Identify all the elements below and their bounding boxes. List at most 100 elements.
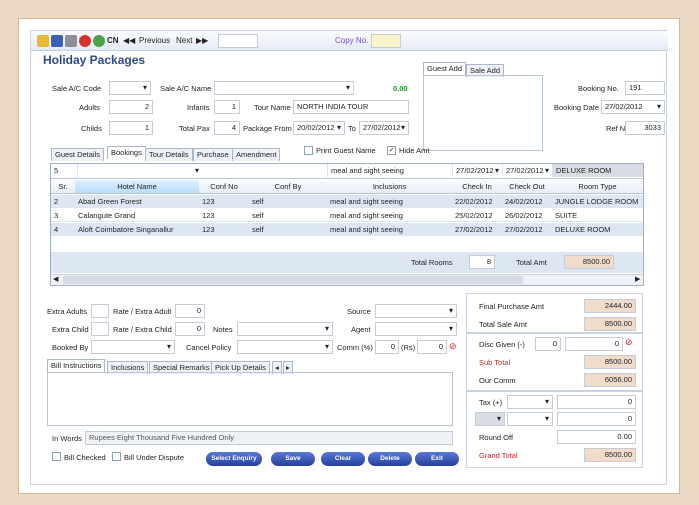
tour-name-input[interactable]: NORTH INDIA TOUR (293, 100, 409, 114)
tab-guest-details[interactable]: Guest Details (51, 148, 105, 161)
copy-no-input[interactable] (371, 34, 401, 48)
cn-icon[interactable] (93, 35, 105, 47)
col-check-in[interactable]: Check In (452, 180, 502, 194)
select-enquiry-button[interactable]: Select Enquiry (206, 452, 262, 466)
entry-room-type[interactable]: DELUXE ROOM (552, 164, 643, 177)
tax-type-select[interactable] (475, 412, 505, 426)
clear-button[interactable]: Clear (321, 452, 365, 466)
tax-summary-panel: Tax (+) 0 0 Round Off 0.00 Grand Total 8… (466, 391, 643, 468)
tab-amendment[interactable]: Amendment (232, 148, 281, 161)
col-check-out[interactable]: Check Out (502, 180, 552, 194)
col-conf-by[interactable]: Conf By (249, 180, 327, 194)
scrollbar-thumb[interactable] (63, 276, 523, 284)
save-button[interactable]: Save (271, 452, 315, 466)
block-icon[interactable]: ⊘ (625, 337, 633, 348)
tab-bookings[interactable]: Bookings (107, 146, 146, 159)
bill-checked-checkbox[interactable] (52, 452, 61, 461)
grand-total-value: 8500.00 (584, 448, 636, 462)
adults-input[interactable]: 2 (109, 100, 153, 114)
tab-tour-details[interactable]: Tour Details (145, 148, 193, 161)
disc-pct-input[interactable]: 0 (535, 337, 561, 351)
childs-input[interactable]: 1 (109, 121, 153, 135)
bill-instructions-textarea[interactable] (47, 372, 453, 426)
sale-ac-code-select[interactable] (109, 81, 151, 95)
guest-address-box[interactable] (423, 75, 543, 151)
col-inclusions[interactable]: Inclusions (327, 180, 452, 194)
cancel-policy-select[interactable] (237, 340, 333, 354)
source-select[interactable] (375, 304, 457, 318)
table-row[interactable]: 4 Aloft Coimbatore Singanallur 123 self … (51, 223, 643, 236)
cell-conf-no: 123 (202, 197, 215, 206)
save-disk-icon[interactable] (51, 35, 63, 47)
entry-row[interactable]: 5 meal and sight seeing 27/02/2012 27/02… (51, 164, 643, 179)
print-guest-name-checkbox[interactable] (304, 146, 313, 155)
entry-check-in[interactable]: 27/02/2012 (452, 164, 502, 177)
scroll-left-icon[interactable]: ◀ (53, 275, 58, 283)
booked-by-select[interactable] (91, 340, 175, 354)
rate-extra-child-input[interactable]: 0 (175, 322, 205, 336)
bill-checked-label: Bill Checked (64, 453, 106, 462)
agent-select[interactable] (375, 322, 457, 336)
round-off-input[interactable]: 0.00 (557, 430, 636, 444)
cell-conf-by: self (252, 211, 264, 220)
rs-input[interactable]: 0 (417, 340, 447, 354)
tax2-input[interactable]: 0 (557, 412, 636, 426)
horizontal-scrollbar[interactable]: ◀ ▶ (51, 274, 643, 285)
exit-button[interactable]: Exit (415, 452, 459, 466)
package-from-date[interactable]: 20/02/2012 (293, 121, 345, 135)
comm-input[interactable]: 0 (375, 340, 399, 354)
bill-dispute-checkbox[interactable] (112, 452, 121, 461)
infants-input[interactable]: 1 (214, 100, 240, 114)
print-icon[interactable] (65, 35, 77, 47)
delete-button[interactable]: Delete (368, 452, 412, 466)
col-conf-no[interactable]: Conf No (199, 180, 249, 194)
cn-button[interactable]: CN (107, 36, 119, 45)
table-row[interactable]: 3 Calangute Grand 123 self meal and sigh… (51, 209, 643, 222)
col-inclusions-label: Inclusions (372, 182, 407, 191)
open-folder-icon[interactable] (37, 35, 49, 47)
booking-date-picker[interactable]: 27/02/2012 (601, 100, 665, 114)
source-label: Source (347, 307, 371, 316)
next-button[interactable]: Next (176, 36, 192, 45)
disc-amt-input[interactable]: 0 (565, 337, 623, 351)
scroll-right-icon[interactable]: ▶ (635, 275, 640, 283)
hide-amt-label: Hide Amt (399, 146, 430, 155)
next-icon[interactable]: ▶▶ (196, 36, 208, 45)
package-from-label: Package From (243, 124, 292, 133)
entry-check-out[interactable]: 27/02/2012 (502, 164, 552, 177)
package-to-date[interactable]: 27/02/2012 (359, 121, 409, 135)
sale-ac-name-label: Sale A/C Name (160, 84, 212, 93)
tab-guest-add[interactable]: Guest Add (423, 62, 467, 75)
sub-total-value: 8500.00 (584, 355, 636, 369)
hide-amt-checkbox[interactable]: ✓ (387, 146, 396, 155)
table-row[interactable]: 2 Abad Green Forest 123 self meal and si… (51, 195, 643, 208)
record-no-input[interactable] (218, 34, 258, 48)
rate-extra-adult-input[interactable]: 0 (175, 304, 205, 318)
total-pax-input[interactable]: 4 (214, 121, 240, 135)
sale-ac-name-select[interactable] (214, 81, 354, 95)
block-icon[interactable]: ⊘ (449, 341, 457, 352)
extra-adults-input[interactable] (91, 304, 109, 318)
notes-select[interactable] (237, 322, 333, 336)
tax1-select[interactable] (507, 395, 553, 409)
tax2-select[interactable] (507, 412, 553, 426)
col-hotel-name[interactable]: Hotel Name (75, 180, 199, 194)
cell-conf-by: self (252, 225, 264, 234)
col-sr[interactable]: Sr. (51, 180, 75, 194)
previous-icon[interactable]: ◀◀ (123, 36, 135, 45)
entry-sr[interactable]: 5 (51, 164, 75, 177)
entry-hotel-select[interactable] (77, 164, 202, 179)
ref-no-input[interactable]: 3033 (625, 121, 665, 135)
extra-child-input[interactable] (91, 322, 109, 336)
entry-inclusions[interactable]: meal and sight seeing (327, 164, 452, 177)
tax1-input[interactable]: 0 (557, 395, 636, 409)
purchase-summary-panel: Final Purchase Amt 2444.00 Total Sale Am… (466, 293, 643, 333)
tab-bill-instructions[interactable]: Bill Instructions (47, 359, 106, 372)
cell-inclusions: meal and sight seeing (330, 197, 403, 206)
cancel-icon[interactable] (79, 35, 91, 47)
previous-button[interactable]: Previous (139, 36, 170, 45)
booking-no-input[interactable]: 191 (625, 81, 665, 95)
col-room-type[interactable]: Room Type (552, 180, 643, 194)
tab-purchase[interactable]: Purchase (193, 148, 233, 161)
cell-hotel-name: Calangute Grand (78, 211, 136, 220)
